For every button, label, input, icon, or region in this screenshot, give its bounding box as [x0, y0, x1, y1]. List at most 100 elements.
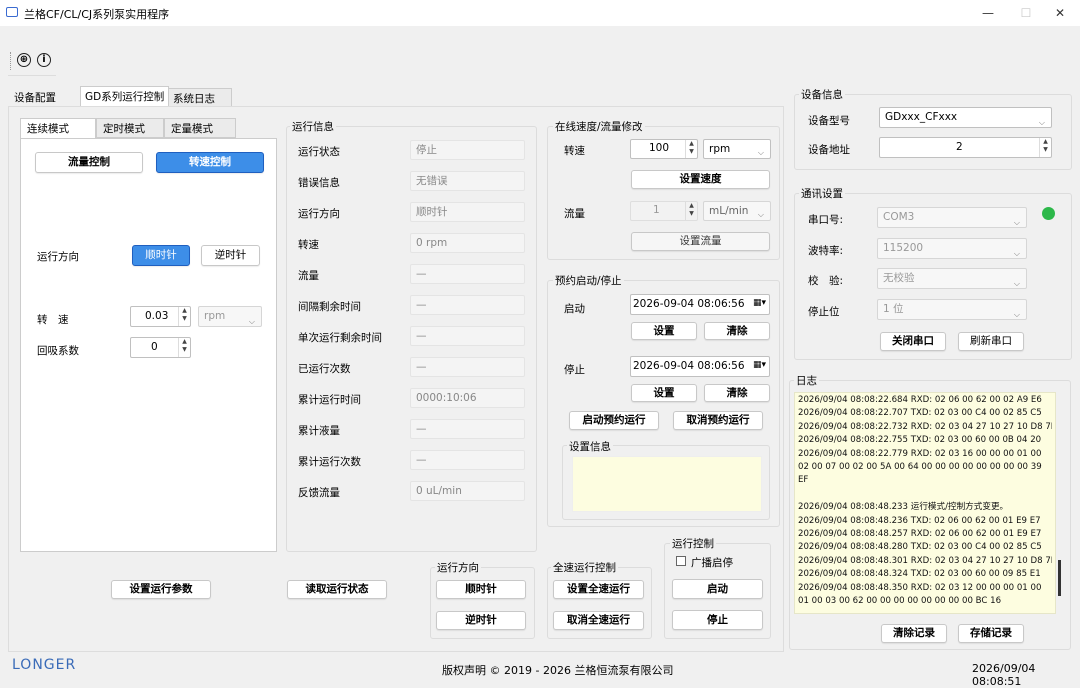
direction-group-title: 运行方向 [435, 560, 481, 575]
broadcast-label: 广播启停 [691, 557, 733, 569]
suckback-spinbox[interactable]: 0 ▲ ▼ [130, 337, 191, 358]
chevron-down-icon: ⌵ [757, 210, 764, 219]
set-params-button[interactable]: 设置运行参数 [111, 580, 211, 599]
run-info-title: 运行信息 [290, 119, 336, 134]
speed-control-button[interactable]: 转速控制 [156, 152, 264, 173]
schedule-stop-datetime[interactable]: 2026-09-04 08:06:56 ▦▾ [630, 356, 770, 377]
device-title: 设备信息 [799, 87, 845, 102]
dir-ccw-button[interactable]: 逆时针 [436, 611, 526, 630]
status-datetime: 2026/09/04 08:08:51 [972, 662, 1036, 688]
speed-unit-value: rpm [204, 310, 226, 322]
log-scrollbar[interactable] [1058, 560, 1061, 596]
calendar-icon[interactable]: ▦▾ [753, 298, 766, 308]
read-status-button[interactable]: 读取运行状态 [287, 580, 387, 599]
port-select[interactable]: COM3 ⌵ [877, 207, 1027, 228]
set-flow-button[interactable]: 设置流量 [631, 232, 770, 251]
run-info-label: 错误信息 [298, 177, 340, 189]
log-textarea[interactable]: 2026/09/04 08:08:22.684 RXD: 02 06 00 62… [794, 392, 1056, 614]
model-select[interactable]: GDxxx_CFxxx ⌵ [879, 107, 1052, 128]
run-info-label: 运行状态 [298, 146, 340, 158]
online-title: 在线速度/流量修改 [553, 119, 645, 134]
brand-logo: LONGER [12, 657, 77, 673]
info-icon[interactable]: i [37, 53, 51, 67]
close-port-button[interactable]: 关闭串口 [880, 332, 946, 351]
calendar-icon[interactable]: ▦▾ [753, 360, 766, 370]
set-full-speed-button[interactable]: 设置全速运行 [553, 580, 644, 599]
log-line: 2026/09/04 08:08:48.350 RXD: 02 03 12 00… [798, 582, 1042, 607]
cancel-schedule-button[interactable]: 取消预约运行 [673, 411, 763, 430]
run-info-value: 停止 [410, 140, 525, 160]
speed-spinbox[interactable]: 0.03 ▲ ▼ [130, 306, 191, 327]
schedule-stop-label: 停止 [564, 364, 585, 376]
schedule-start-value: 2026-09-04 08:06:56 [633, 298, 745, 310]
run-info-label: 运行方向 [298, 208, 340, 220]
online-flow-spinbox[interactable]: 1 ▲ ▼ [630, 201, 698, 221]
save-log-button[interactable]: 存储记录 [958, 624, 1024, 643]
start-button[interactable]: 启动 [672, 579, 763, 599]
stop-button[interactable]: 停止 [672, 610, 763, 630]
run-info-label: 间隔剩余时间 [298, 301, 361, 313]
stopbits-select[interactable]: 1 位 ⌵ [877, 299, 1027, 320]
stopbits-label: 停止位 [808, 306, 840, 318]
ccw-button[interactable]: 逆时针 [201, 245, 260, 266]
baud-select[interactable]: 115200 ⌵ [877, 238, 1027, 259]
cancel-full-speed-button[interactable]: 取消全速运行 [553, 611, 644, 630]
online-flow-value: 1 [653, 204, 660, 216]
run-info-value: 无错误 [410, 171, 525, 191]
run-info-value: 0000:10:06 [410, 388, 525, 408]
minimize-button[interactable]: — [968, 2, 1008, 24]
online-speed-label: 转速 [564, 145, 585, 157]
model-label: 设备型号 [808, 115, 850, 127]
comm-title: 通讯设置 [799, 186, 845, 201]
spin-arrows-icon[interactable]: ▲ ▼ [1039, 138, 1051, 157]
dir-cw-button[interactable]: 顺时针 [436, 580, 526, 599]
online-speed-unit[interactable]: rpm ⌵ [703, 139, 771, 159]
subtab-quantity[interactable]: 定量模式 [164, 118, 236, 138]
tab-gd-control[interactable]: GD系列运行控制 [80, 86, 170, 106]
tab-system-log[interactable]: 系统日志 [168, 88, 232, 108]
tab-device-config[interactable]: 设备配置 [10, 88, 60, 108]
clear-log-button[interactable]: 清除记录 [881, 624, 947, 643]
schedule-start-clear-button[interactable]: 清除 [704, 322, 770, 340]
address-spinbox[interactable]: 2 ▲ ▼ [879, 137, 1052, 158]
start-schedule-button[interactable]: 启动预约运行 [569, 411, 659, 430]
subtab-timed[interactable]: 定时模式 [96, 118, 164, 138]
address-label: 设备地址 [808, 144, 850, 156]
toolbar-grip [10, 52, 11, 70]
toolbar-divider [8, 75, 56, 76]
schedule-start-datetime[interactable]: 2026-09-04 08:06:56 ▦▾ [630, 294, 770, 315]
port-label: 串口号: [808, 214, 844, 226]
schedule-stop-set-button[interactable]: 设置 [631, 384, 697, 402]
online-speed-unit-value: rpm [709, 143, 731, 155]
spin-arrows-icon[interactable]: ▲ ▼ [685, 140, 697, 158]
speed-unit-select[interactable]: rpm ⌵ [198, 306, 262, 327]
globe-icon[interactable]: ⊕ [17, 53, 31, 67]
log-line: 2026/09/04 08:08:48.280 TXD: 02 03 00 C4… [798, 542, 1042, 553]
schedule-stop-clear-button[interactable]: 清除 [704, 384, 770, 402]
refresh-port-button[interactable]: 刷新串口 [958, 332, 1024, 351]
subtab-continuous[interactable]: 连续模式 [20, 118, 96, 139]
run-info-value: 0 uL/min [410, 481, 525, 501]
spin-arrows-icon[interactable]: ▲ ▼ [178, 307, 190, 326]
chevron-down-icon: ⌵ [1038, 117, 1045, 127]
flow-control-button[interactable]: 流量控制 [35, 152, 143, 173]
log-line: 2026/09/04 08:08:48.301 RXD: 02 03 04 27… [798, 555, 1052, 566]
close-button[interactable]: ✕ [1040, 2, 1080, 24]
speed-value: 0.03 [145, 310, 169, 322]
cw-button[interactable]: 顺时针 [132, 245, 190, 266]
parity-select[interactable]: 无校验 ⌵ [877, 268, 1027, 289]
baud-value: 115200 [883, 242, 924, 254]
port-value: COM3 [883, 211, 915, 223]
device-group [794, 94, 1072, 170]
log-line: 2026/09/04 08:08:22.779 RXD: 02 03 16 00… [798, 448, 1042, 486]
spin-arrows-icon[interactable]: ▲ ▼ [685, 202, 697, 220]
schedule-start-set-button[interactable]: 设置 [631, 322, 697, 340]
run-info-value: — [410, 450, 525, 470]
schedule-info-title: 设置信息 [567, 439, 613, 454]
online-flow-unit[interactable]: mL/min ⌵ [703, 201, 771, 221]
online-speed-spinbox[interactable]: 100 ▲ ▼ [630, 139, 698, 159]
run-info-label: 流量 [298, 270, 319, 282]
spin-arrows-icon[interactable]: ▲ ▼ [178, 338, 190, 357]
set-speed-button[interactable]: 设置速度 [631, 170, 770, 189]
broadcast-checkbox[interactable] [676, 556, 686, 566]
